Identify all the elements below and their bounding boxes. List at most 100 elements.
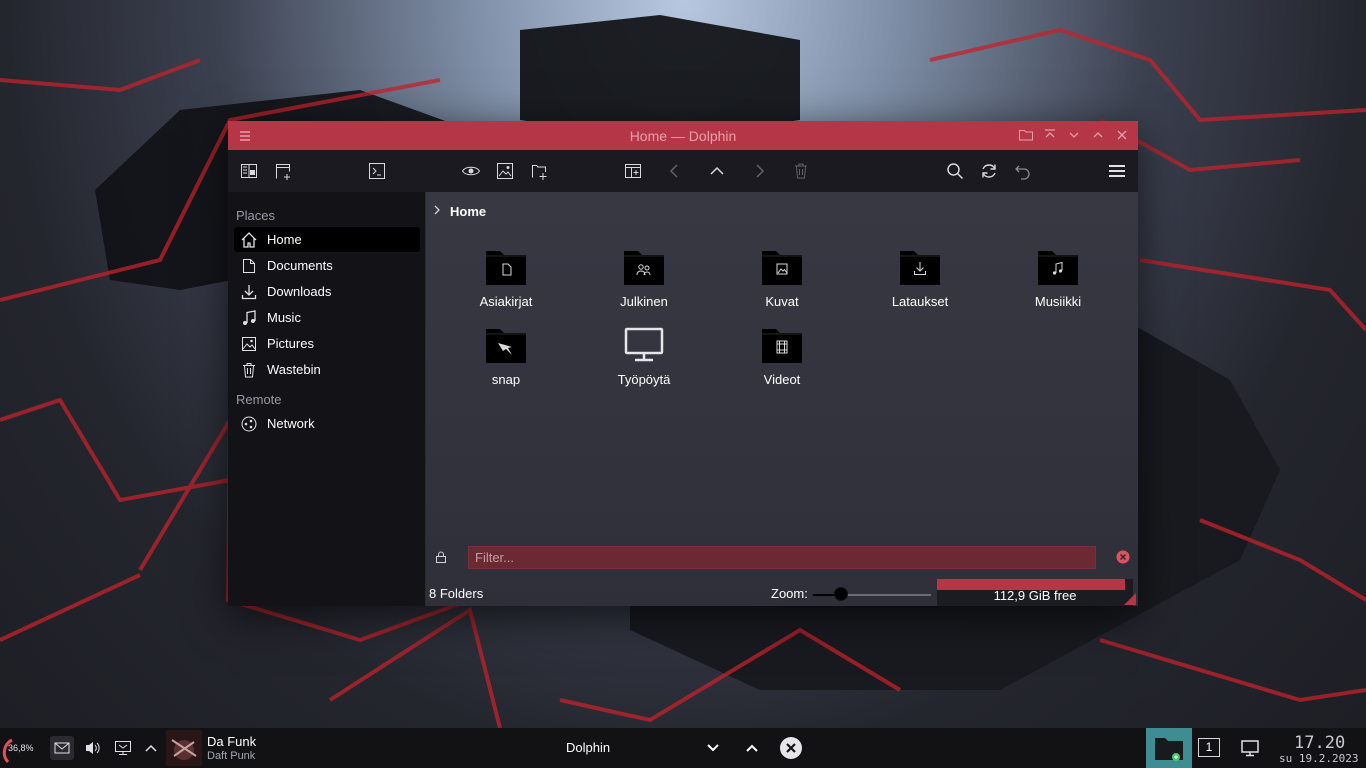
folder-public-icon bbox=[624, 251, 664, 285]
show-previews-icon[interactable] bbox=[493, 159, 517, 183]
folder-item[interactable]: Videot bbox=[727, 325, 837, 395]
clock-time[interactable]: 17.20 bbox=[1294, 733, 1345, 753]
sidebar-item-label: Home bbox=[267, 232, 302, 247]
new-tab-icon[interactable] bbox=[527, 159, 551, 183]
folder-pictures-icon bbox=[762, 251, 802, 285]
folder-videos-icon bbox=[762, 329, 802, 363]
virtual-desktop-pager[interactable]: 1 bbox=[1198, 738, 1220, 757]
sidebar-item-wastebin[interactable]: Wastebin bbox=[234, 357, 420, 382]
folder-downloads-icon bbox=[900, 251, 940, 285]
chevron-up-icon[interactable] bbox=[741, 736, 763, 760]
undo-icon[interactable] bbox=[1011, 159, 1035, 183]
forward-icon[interactable] bbox=[747, 159, 771, 183]
free-space-indicator[interactable]: 112,9 GiB free bbox=[937, 579, 1133, 606]
sidebar-item-label: Music bbox=[267, 310, 301, 325]
window-title: Home — Dolphin bbox=[629, 128, 737, 144]
folder-item[interactable]: Asiakirjat bbox=[451, 247, 561, 317]
sidebar-item-network[interactable]: Network bbox=[234, 411, 420, 436]
toolbar bbox=[228, 150, 1138, 192]
status-bar: 8 Folders Zoom: 112,9 GiB free bbox=[426, 574, 1138, 606]
keep-above-icon[interactable] bbox=[1042, 127, 1058, 143]
trash-icon[interactable] bbox=[789, 159, 813, 183]
remote-heading: Remote bbox=[236, 392, 282, 407]
zoom-slider-handle[interactable] bbox=[834, 587, 849, 601]
volume-icon[interactable] bbox=[82, 736, 104, 760]
folder-item[interactable]: Kuvat bbox=[727, 247, 837, 317]
reload-icon[interactable] bbox=[977, 159, 1001, 183]
folder-name: Lataukset bbox=[891, 294, 949, 309]
close-task-icon[interactable] bbox=[779, 736, 803, 760]
terminal-icon[interactable] bbox=[365, 159, 389, 183]
folder-item[interactable]: Julkinen bbox=[589, 247, 699, 317]
folder-documents-icon bbox=[486, 251, 526, 285]
dolphin-window: Home — Dolphin Places Home Documents Dow… bbox=[228, 121, 1138, 606]
sidebar-item-label: Pictures bbox=[267, 336, 314, 351]
maximize-icon[interactable] bbox=[1090, 127, 1106, 143]
folder-name: Julkinen bbox=[620, 294, 668, 309]
split-view-icon[interactable] bbox=[621, 159, 645, 183]
folder-count: 8 Folders bbox=[429, 586, 484, 601]
mail-icon[interactable] bbox=[50, 736, 74, 760]
preview-eye-icon[interactable] bbox=[459, 159, 483, 183]
chevron-right-icon[interactable] bbox=[432, 204, 442, 219]
sidebar-item-music[interactable]: Music bbox=[234, 305, 420, 330]
breadcrumb-home[interactable]: Home bbox=[450, 204, 486, 219]
filter-input[interactable] bbox=[468, 546, 1096, 569]
folder-name: Videot bbox=[763, 372, 801, 387]
cpu-usage: 36,8% bbox=[8, 743, 34, 753]
folder-name: Musiikki bbox=[1034, 294, 1082, 309]
music-icon bbox=[240, 309, 258, 327]
media-title: Da Funk bbox=[207, 734, 257, 749]
zoom-label: Zoom: bbox=[771, 586, 808, 601]
dolphin-task-button[interactable] bbox=[1146, 728, 1192, 768]
sidebar-item-label: Network bbox=[267, 416, 315, 431]
sidebar-item-downloads[interactable]: Downloads bbox=[234, 279, 420, 304]
downloads-icon bbox=[240, 283, 258, 301]
folder-item[interactable]: Työpöytä bbox=[589, 325, 699, 395]
free-space-label: 112,9 GiB free bbox=[993, 588, 1077, 603]
toggle-places-icon[interactable] bbox=[237, 159, 261, 183]
file-view[interactable]: Home Asiakirjat Julkinen Kuvat Lataukset… bbox=[426, 192, 1138, 606]
lock-icon[interactable] bbox=[434, 550, 448, 567]
folder-icon[interactable] bbox=[1018, 127, 1034, 143]
sidebar-item-documents[interactable]: Documents bbox=[234, 253, 420, 278]
folder-item[interactable]: Lataukset bbox=[865, 247, 975, 317]
folder-name: Työpöytä bbox=[617, 372, 671, 387]
home-icon bbox=[240, 231, 258, 249]
album-art[interactable] bbox=[166, 730, 202, 766]
back-icon[interactable] bbox=[663, 159, 687, 183]
documents-icon bbox=[240, 257, 258, 275]
folder-item[interactable]: Musiikki bbox=[1003, 247, 1113, 317]
sidebar-item-label: Documents bbox=[267, 258, 333, 273]
folder-music-icon bbox=[1038, 251, 1078, 285]
tray-expand-icon[interactable] bbox=[142, 736, 160, 760]
minimize-icon[interactable] bbox=[1066, 127, 1082, 143]
display-icon[interactable] bbox=[112, 736, 134, 760]
up-icon[interactable] bbox=[705, 159, 729, 183]
breadcrumb: Home bbox=[432, 204, 486, 219]
media-artist: Daft Punk bbox=[207, 750, 256, 762]
filter-bar bbox=[426, 542, 1138, 572]
sidebar-item-home[interactable]: Home bbox=[234, 227, 420, 252]
sidebar-item-label: Wastebin bbox=[267, 362, 321, 377]
resize-grip-icon[interactable] bbox=[1124, 593, 1136, 605]
folder-item[interactable]: snap bbox=[451, 325, 561, 395]
new-window-icon[interactable] bbox=[271, 159, 295, 183]
places-panel: Places Home Documents Downloads Music Pi… bbox=[228, 192, 425, 606]
titlebar[interactable]: Home — Dolphin bbox=[228, 121, 1138, 150]
search-icon[interactable] bbox=[943, 159, 967, 183]
taskbar: 36,8% Da Funk Daft Punk Dolphin 1 17.20 … bbox=[0, 728, 1366, 768]
places-heading: Places bbox=[236, 208, 276, 223]
sidebar-item-pictures[interactable]: Pictures bbox=[234, 331, 420, 356]
folder-name: Asiakirjat bbox=[479, 294, 533, 309]
task-dolphin[interactable]: Dolphin bbox=[566, 740, 610, 755]
show-desktop-icon[interactable] bbox=[1238, 736, 1262, 760]
close-icon[interactable] bbox=[1114, 127, 1130, 143]
folder-icon bbox=[1155, 738, 1183, 761]
folder-name: snap bbox=[491, 372, 521, 387]
clear-filter-icon[interactable] bbox=[1116, 550, 1130, 567]
clock-date[interactable]: su 19.2.2023 bbox=[1279, 752, 1358, 765]
folder-name: Kuvat bbox=[765, 294, 799, 309]
hamburger-menu-icon[interactable] bbox=[1105, 159, 1129, 183]
chevron-down-icon[interactable] bbox=[702, 736, 724, 760]
